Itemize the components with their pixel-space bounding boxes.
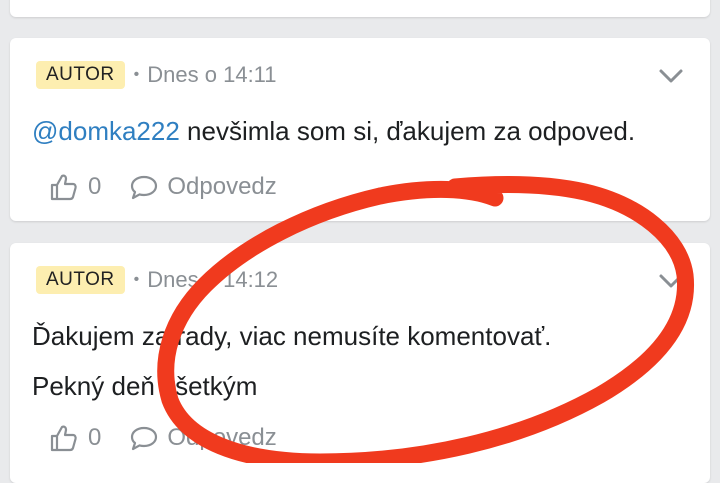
comment-line: Ďakujem za rady, viac nemusíte komentova…: [32, 321, 552, 351]
speech-bubble-icon[interactable]: [129, 424, 159, 452]
chevron-down-icon[interactable]: [658, 271, 684, 291]
author-badge: AUTOR: [36, 61, 125, 89]
comment-actions: 0 Odpovedz: [48, 423, 277, 453]
comment-text: Ďakujem za rady, viac nemusíte komentova…: [32, 311, 551, 411]
separator-dot: •: [133, 271, 140, 288]
comment-card: AUTOR • Dnes o 14:11 @domka222 nevšimla …: [10, 38, 710, 221]
comment-timestamp: Dnes o 14:11: [147, 62, 277, 87]
thumbs-up-icon[interactable]: [48, 172, 78, 202]
comment-text: @domka222 nevšimla som si, ďakujem za od…: [32, 106, 635, 156]
thumbs-up-icon[interactable]: [48, 423, 78, 453]
comment-timestamp: Dnes o 14:12: [147, 267, 279, 292]
author-badge: AUTOR: [36, 266, 125, 294]
reply-button[interactable]: Odpovedz: [167, 424, 276, 452]
user-mention-link[interactable]: @domka222: [32, 116, 180, 146]
chevron-down-icon[interactable]: [658, 66, 684, 86]
like-count: 0: [88, 424, 102, 451]
comment-line: Pekný deň všetkým: [32, 371, 258, 401]
reply-button[interactable]: Odpovedz: [167, 173, 276, 201]
speech-bubble-icon[interactable]: [129, 173, 159, 201]
comment-actions: 0 Odpovedz: [48, 172, 277, 202]
comment-meta: AUTOR • Dnes o 14:12: [36, 265, 278, 295]
comment-body: nevšimla som si, ďakujem za odpoved.: [179, 116, 636, 146]
separator-dot: •: [133, 66, 140, 83]
comment-card: AUTOR • Dnes o 14:12 Ďakujem za rady, vi…: [10, 243, 710, 483]
previous-comment-card: [10, 0, 710, 17]
like-count: 0: [88, 173, 102, 200]
comment-meta: AUTOR • Dnes o 14:11: [36, 60, 277, 90]
